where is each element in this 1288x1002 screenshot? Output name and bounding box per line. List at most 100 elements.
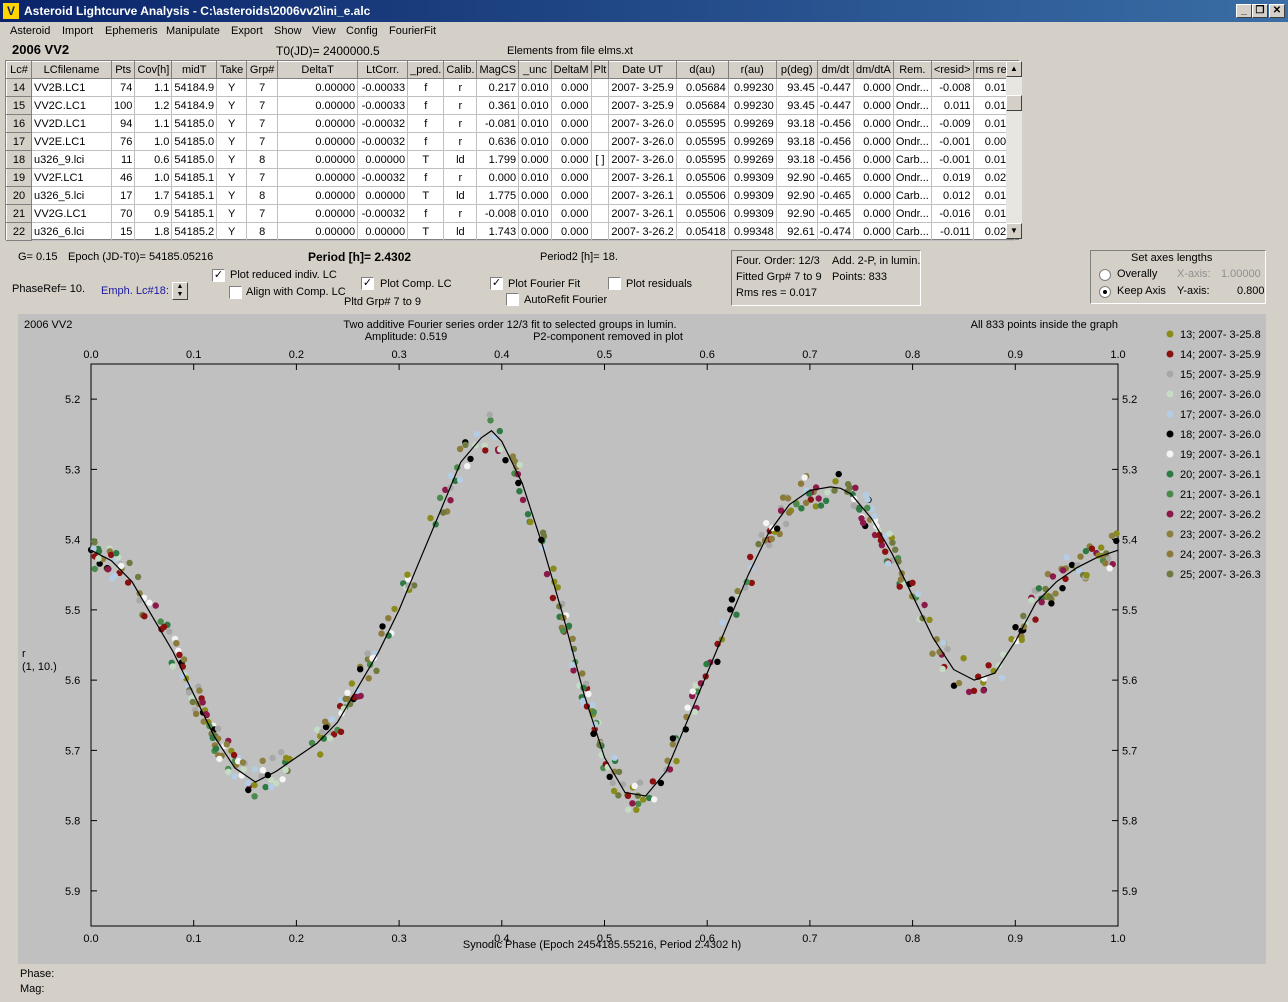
table-cell[interactable]: 0.000 — [518, 222, 552, 241]
table-cell[interactable]: 0.019 — [931, 168, 974, 187]
table-cell[interactable]: 0.010 — [518, 168, 552, 187]
column-header[interactable]: Rem. — [892, 61, 932, 79]
menu-asteroid[interactable]: Asteroid — [10, 25, 50, 37]
table-cell[interactable]: 7 — [246, 204, 279, 223]
table-cell[interactable]: -0.447 — [817, 78, 854, 97]
column-header[interactable]: Take — [216, 61, 248, 79]
table-cell[interactable]: 54184.9 — [171, 96, 218, 115]
table-cell[interactable]: 2007- 3-26.2 — [608, 222, 677, 241]
menu-manipulate[interactable]: Manipulate — [166, 25, 220, 37]
table-cell[interactable]: 0.05595 — [676, 132, 729, 151]
table-cell[interactable]: 0.99269 — [728, 150, 777, 169]
table-cell[interactable]: 70 — [111, 204, 136, 223]
table-cell[interactable]: 76 — [111, 132, 136, 151]
table-cell[interactable]: -0.00032 — [357, 168, 409, 187]
phaseref-value[interactable]: PhaseRef= 10. — [12, 283, 85, 295]
table-cell[interactable]: T — [407, 222, 445, 241]
table-cell[interactable]: 0.000 — [853, 132, 894, 151]
table-cell[interactable] — [591, 114, 610, 133]
menu-fourierfit[interactable]: FourierFit — [389, 25, 436, 37]
table-cell[interactable]: 0.000 — [551, 96, 592, 115]
table-cell[interactable]: r — [443, 132, 478, 151]
table-cell[interactable]: 0.000 — [551, 168, 592, 187]
table-cell[interactable]: -0.00033 — [357, 96, 409, 115]
table-cell[interactable]: Carb... — [893, 150, 932, 169]
table-cell[interactable]: 0.000 — [853, 168, 894, 187]
column-header[interactable]: Cov[h] — [134, 61, 173, 79]
table-cell[interactable]: 0.00000 — [357, 222, 409, 241]
table-cell[interactable]: 93.45 — [776, 96, 818, 115]
table-cell[interactable]: 1.8 — [134, 222, 173, 241]
table-cell[interactable]: Ondr... — [893, 78, 932, 97]
table-cell[interactable]: -0.456 — [817, 132, 854, 151]
menu-export[interactable]: Export — [231, 25, 263, 37]
table-cell[interactable]: -0.00032 — [357, 114, 409, 133]
plot-residuals-checkbox[interactable] — [608, 277, 621, 290]
table-cell[interactable]: Ondr... — [893, 168, 932, 187]
column-header[interactable]: MagCS — [476, 61, 520, 79]
table-cell[interactable]: 0.00000 — [357, 150, 409, 169]
table-cell[interactable]: 1.775 — [476, 186, 520, 205]
table-cell[interactable]: f — [407, 168, 445, 187]
table-cell[interactable]: 0.99348 — [728, 222, 777, 241]
column-header[interactable]: dm/dt — [816, 61, 854, 79]
column-header[interactable]: LtCorr. — [357, 61, 409, 79]
plot-comp-checkbox[interactable]: ✓ — [361, 277, 374, 290]
table-cell[interactable]: 15 — [111, 222, 136, 241]
table-scrollbar[interactable]: ▲ ▼ — [1006, 61, 1022, 239]
table-cell[interactable]: 2007- 3-26.1 — [608, 186, 677, 205]
table-cell[interactable]: T — [407, 186, 445, 205]
table-cell[interactable]: 0.9 — [134, 204, 173, 223]
table-row[interactable]: 21 VV2G.LC1 70 0.9 54185.1 Y 7 0.00000 -0.00032 f… — [6, 204, 1016, 223]
table-cell[interactable] — [591, 168, 610, 187]
table-cell[interactable]: 7 — [246, 168, 279, 187]
table-cell[interactable]: 0.99269 — [728, 132, 777, 151]
table-cell[interactable]: -0.00032 — [357, 132, 409, 151]
table-row[interactable]: 16 VV2D.LC1 94 1.1 54185.0 Y 7 0.00000 -0.00032 f… — [6, 114, 1016, 133]
column-header[interactable]: r(au) — [727, 61, 777, 79]
table-cell[interactable]: 16 — [6, 114, 32, 133]
table-cell[interactable]: 0.012 — [931, 186, 974, 205]
lightcurve-table[interactable]: Lc# LCfilename Pts Cov[h] midT Take Grp# DeltaT… — [5, 60, 1022, 241]
table-cell[interactable]: 0.000 — [853, 186, 894, 205]
table-cell[interactable]: Y — [216, 222, 248, 241]
table-row[interactable]: 20 u326_5.lci 17 1.7 54185.1 Y 8 0.00000 0.00000… — [6, 186, 1016, 205]
table-cell[interactable]: 0.000 — [518, 150, 552, 169]
table-cell[interactable]: 0.000 — [853, 78, 894, 97]
table-cell[interactable]: 54184.9 — [171, 78, 218, 97]
table-cell[interactable]: 2007- 3-26.0 — [608, 132, 677, 151]
table-cell[interactable]: VV2C.LC1 — [31, 96, 112, 115]
table-cell[interactable]: 93.45 — [776, 78, 818, 97]
table-cell[interactable]: VV2G.LC1 — [31, 204, 112, 223]
table-cell[interactable]: -0.081 — [476, 114, 520, 133]
table-cell[interactable]: u326_9.lci — [31, 150, 112, 169]
table-cell[interactable]: 1.0 — [134, 168, 173, 187]
table-cell[interactable]: 0.99230 — [728, 96, 777, 115]
period2-value[interactable]: Period2 [h]= 18. — [540, 251, 618, 263]
column-header[interactable]: Grp# — [246, 61, 279, 79]
table-cell[interactable]: 94 — [111, 114, 136, 133]
lightcurve-plot[interactable]: 2006 VV2 Two additive Fourier series ord… — [18, 314, 1266, 964]
table-cell[interactable]: -0.016 — [931, 204, 974, 223]
column-header[interactable]: p(deg) — [775, 61, 818, 79]
table-cell[interactable]: -0.001 — [931, 150, 974, 169]
menu-import[interactable]: Import — [62, 25, 93, 37]
table-cell[interactable]: VV2F.LC1 — [31, 168, 112, 187]
column-header[interactable]: Pts — [110, 61, 136, 79]
table-cell[interactable]: -0.474 — [817, 222, 854, 241]
table-row[interactable]: 15 VV2C.LC1 100 1.2 54184.9 Y 7 0.00000 -0.00033… — [6, 96, 1016, 115]
table-cell[interactable]: 0.000 — [551, 204, 592, 223]
app-logo-icon[interactable]: V — [3, 3, 19, 19]
table-cell[interactable]: r — [443, 168, 478, 187]
table-cell[interactable]: f — [407, 96, 445, 115]
table-cell[interactable]: 74 — [111, 78, 136, 97]
table-cell[interactable]: f — [407, 78, 445, 97]
table-cell[interactable] — [591, 222, 610, 241]
table-cell[interactable]: 2007- 3-25.9 — [608, 96, 677, 115]
table-cell[interactable]: f — [407, 132, 445, 151]
table-cell[interactable]: 0.99269 — [728, 114, 777, 133]
table-cell[interactable]: 0.05684 — [676, 96, 729, 115]
table-cell[interactable]: 1.0 — [134, 132, 173, 151]
table-cell[interactable]: 8 — [246, 222, 279, 241]
x-axis-value[interactable]: 1.00000 — [1221, 268, 1261, 280]
